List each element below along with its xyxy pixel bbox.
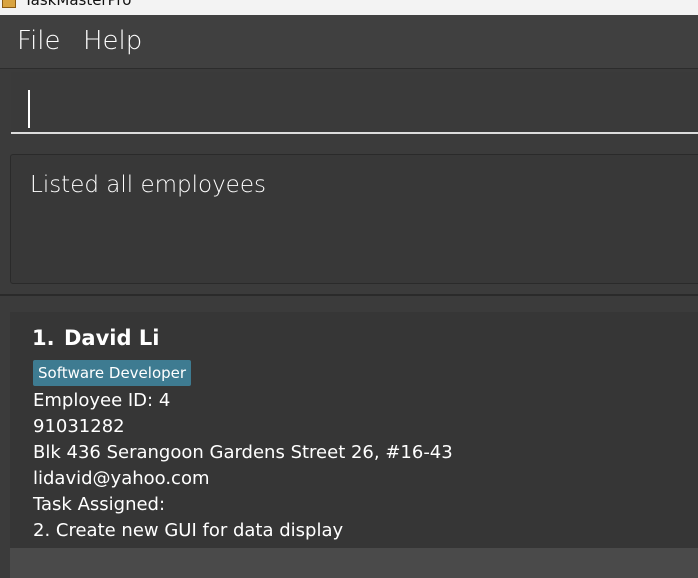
list-item[interactable]: [10, 548, 698, 578]
menu-bar: File Help: [0, 15, 698, 69]
employee-list[interactable]: 1. David Li Software Developer Employee I…: [0, 296, 698, 578]
task-item: 2. Create new GUI for data display: [33, 520, 344, 541]
employee-address: Blk 436 Serangoon Gardens Street 26, #16…: [33, 442, 453, 463]
command-input[interactable]: [11, 72, 698, 134]
text-caret: [28, 90, 30, 128]
window-title: TaskMasterPro: [24, 0, 132, 9]
result-message: Listed all employees: [30, 172, 266, 198]
menu-help[interactable]: Help: [83, 26, 142, 56]
menu-file[interactable]: File: [17, 26, 61, 56]
command-area: [0, 69, 698, 145]
title-bar: TaskMasterPro: [0, 0, 698, 15]
app-icon: [2, 0, 16, 8]
employee-name-row: 1. David Li: [32, 326, 159, 350]
result-display: Listed all employees: [10, 154, 698, 284]
role-tag: Software Developer: [33, 360, 192, 386]
tasks-label: Task Assigned:: [33, 494, 166, 515]
employee-phone: 91031282: [33, 416, 125, 437]
employee-id: Employee ID: 4: [33, 390, 171, 411]
employee-name: David Li: [64, 326, 160, 350]
employee-card[interactable]: 1. David Li Software Developer Employee I…: [10, 312, 698, 550]
employee-index: 1.: [32, 326, 55, 350]
employee-email: lidavid@yahoo.com: [33, 468, 210, 489]
